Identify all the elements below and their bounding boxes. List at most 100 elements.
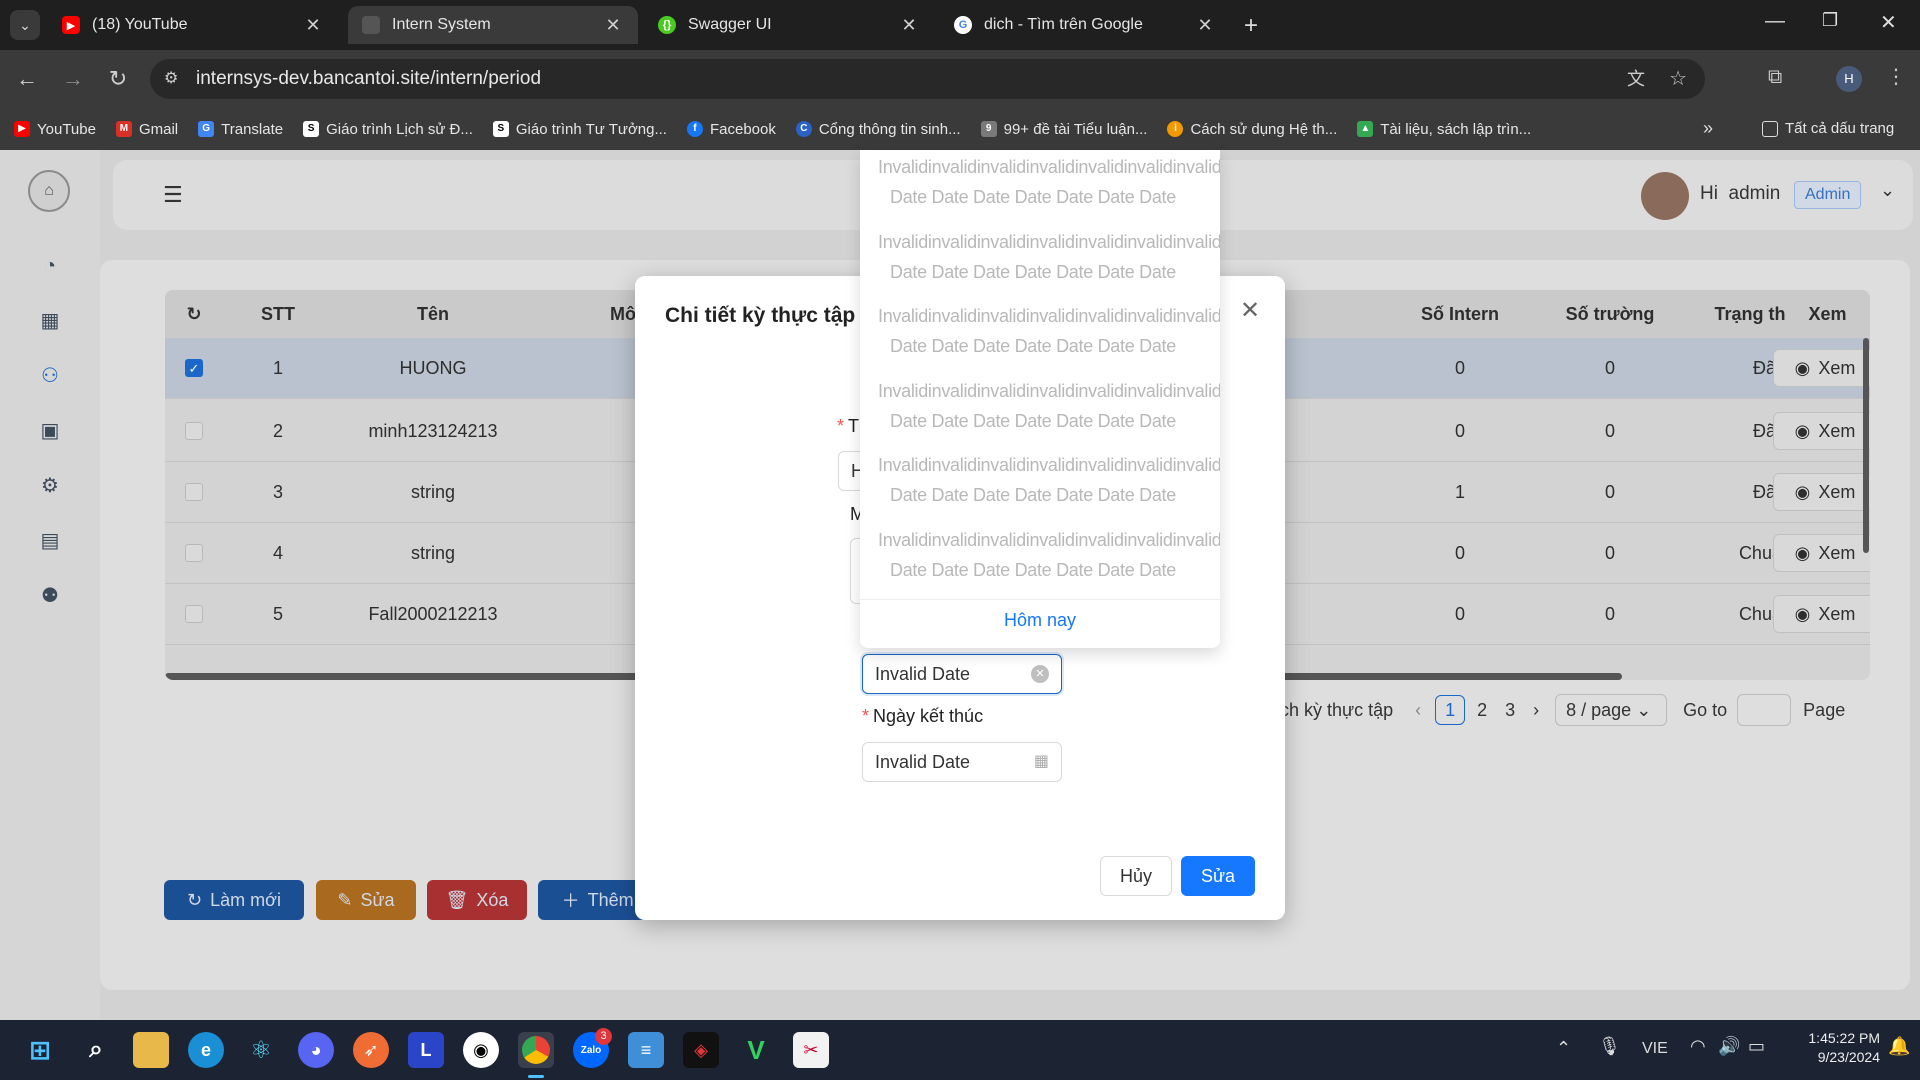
column-header[interactable]: Tên bbox=[333, 290, 533, 338]
discord-icon[interactable]: ◕ bbox=[298, 1032, 334, 1068]
column-header[interactable]: STT bbox=[223, 290, 333, 338]
close-icon[interactable]: ✕ bbox=[1240, 296, 1260, 325]
calendar-user-icon[interactable]: ▣ bbox=[36, 417, 64, 445]
bookmark-translate[interactable]: G Translate bbox=[198, 121, 283, 138]
wifi-icon[interactable]: ◠ bbox=[1690, 1036, 1706, 1057]
date-cell-row[interactable]: Invalidinvalidinvalidinvalidinvalidinval… bbox=[878, 450, 1220, 480]
view-button[interactable]: ◉ Xem bbox=[1773, 412, 1870, 450]
profile-avatar[interactable]: H bbox=[1836, 66, 1862, 92]
file-explorer-icon[interactable] bbox=[133, 1032, 169, 1068]
bookmark-facebook[interactable]: f Facebook bbox=[686, 121, 776, 138]
bookmark-cong-thong-tin[interactable]: C Cổng thông tin sinh... bbox=[795, 121, 961, 138]
bookmark-tai-lieu[interactable]: ▲ Tài liệu, sách lập trìn... bbox=[1357, 121, 1531, 138]
row-checkbox[interactable]: ✓ bbox=[185, 359, 203, 377]
tab-swagger[interactable]: {} Swagger UI ✕ bbox=[644, 6, 934, 44]
react-icon[interactable]: ⚛ bbox=[243, 1032, 279, 1068]
chevron-down-icon[interactable]: ⌄ bbox=[1880, 180, 1895, 201]
close-window-button[interactable]: ✕ bbox=[1880, 10, 1897, 35]
tab-intern-system[interactable]: Intern System ✕ bbox=[348, 6, 638, 44]
reload-icon[interactable]: ↻ bbox=[103, 64, 133, 94]
postman-icon[interactable]: ➶ bbox=[353, 1032, 389, 1068]
star-icon[interactable]: ☆ bbox=[1669, 59, 1687, 99]
site-info-icon[interactable]: ⚙ bbox=[164, 59, 178, 99]
submit-button[interactable]: Sửa bbox=[1181, 856, 1255, 896]
bookmark-gmail[interactable]: M Gmail bbox=[115, 121, 178, 138]
edit-button[interactable]: ✎ Sửa bbox=[316, 880, 416, 920]
chrome-icon[interactable] bbox=[518, 1032, 554, 1068]
tab-search-button[interactable]: ⌄ bbox=[10, 10, 40, 40]
page-1[interactable]: 1 bbox=[1435, 695, 1466, 725]
notepad-icon[interactable]: ≡ bbox=[628, 1032, 664, 1068]
prev-page-icon[interactable]: ‹ bbox=[1415, 700, 1421, 721]
date-cell-row[interactable]: Invalidinvalidinvalidinvalidinvalidinval… bbox=[878, 301, 1220, 331]
dashboard-icon[interactable]: ◔ bbox=[36, 252, 64, 280]
app-l-icon[interactable]: L bbox=[408, 1032, 444, 1068]
refresh-button[interactable]: ↻ Làm mới bbox=[164, 880, 304, 920]
reload-column-icon[interactable]: ↻ bbox=[165, 290, 223, 338]
start-date-input[interactable]: Invalid Date ✕ bbox=[862, 654, 1062, 694]
chevron-more-icon[interactable]: » bbox=[1703, 118, 1713, 139]
delete-button[interactable]: 🗑 Xóa bbox=[427, 880, 527, 920]
snipping-tool-icon[interactable]: ✂ bbox=[793, 1032, 829, 1068]
date-cell-row[interactable]: Invalidinvalidinvalidinvalidinvalidinval… bbox=[878, 152, 1220, 182]
date-cell-row[interactable]: Date Date Date Date Date Date Date bbox=[890, 331, 1220, 361]
page-2[interactable]: 2 bbox=[1477, 700, 1487, 721]
date-cell-row[interactable]: Invalidinvalidinvalidinvalidinvalidinval… bbox=[878, 525, 1220, 555]
github-icon[interactable]: ◉ bbox=[463, 1032, 499, 1068]
translate-icon[interactable]: 文 bbox=[1627, 59, 1645, 99]
extensions-icon[interactable]: ⧉ bbox=[1768, 66, 1782, 89]
close-icon[interactable]: ✕ bbox=[602, 15, 624, 36]
view-button[interactable]: ◉ Xem bbox=[1773, 473, 1870, 511]
chevron-up-icon[interactable]: ⌃ bbox=[1556, 1038, 1571, 1059]
users-icon[interactable]: ⚇ bbox=[36, 362, 64, 390]
restore-button[interactable]: ❐ bbox=[1822, 10, 1838, 31]
speaker-icon[interactable]: 🔊 bbox=[1718, 1036, 1740, 1057]
bookmark-cach-su-dung[interactable]: i Cách sử dụng Hệ th... bbox=[1167, 121, 1337, 138]
windows-start-icon[interactable]: ⊞ bbox=[22, 1032, 58, 1068]
microphone-icon[interactable]: 🎙 bbox=[1598, 1036, 1621, 1057]
close-icon[interactable]: ✕ bbox=[1194, 15, 1216, 36]
date-cell-row[interactable]: Date Date Date Date Date Date Date bbox=[890, 257, 1220, 287]
report-icon[interactable]: ▤ bbox=[36, 527, 64, 555]
new-tab-button[interactable]: + bbox=[1244, 12, 1258, 40]
user-settings-icon[interactable]: ⚉ bbox=[36, 582, 64, 610]
row-checkbox[interactable] bbox=[185, 422, 203, 440]
goto-input[interactable] bbox=[1737, 694, 1792, 726]
back-arrow-icon[interactable]: ← bbox=[12, 64, 42, 94]
tab-google[interactable]: G dich - Tìm trên Google ✕ bbox=[940, 6, 1230, 44]
gear-icon[interactable]: ⚙ bbox=[36, 472, 64, 500]
close-icon[interactable]: ✕ bbox=[302, 15, 324, 36]
view-button[interactable]: ◉ Xem bbox=[1773, 349, 1870, 387]
bookmark-tu-tuong[interactable]: S Giáo trình Tư Tưởng... bbox=[492, 121, 667, 138]
row-checkbox[interactable] bbox=[185, 544, 203, 562]
row-checkbox[interactable] bbox=[185, 605, 203, 623]
url-input[interactable]: ⚙ internsys-dev.bancantoi.site/intern/pe… bbox=[150, 59, 1705, 99]
view-button[interactable]: ◉ Xem bbox=[1773, 534, 1870, 572]
clear-icon[interactable]: ✕ bbox=[1031, 665, 1049, 683]
cancel-button[interactable]: Hủy bbox=[1100, 856, 1172, 896]
forward-arrow-icon[interactable]: → bbox=[58, 64, 88, 94]
column-header[interactable]: Số Intern bbox=[1385, 290, 1535, 338]
notification-bell-icon[interactable]: 🔔 bbox=[1888, 1036, 1910, 1057]
page-size-select[interactable]: 8 / page ⌄ bbox=[1555, 694, 1668, 726]
bookmark-de-tai[interactable]: 9 99+ đề tài Tiểu luận... bbox=[980, 121, 1147, 138]
avatar[interactable] bbox=[1641, 172, 1689, 220]
date-cell-row[interactable]: Date Date Date Date Date Date Date bbox=[890, 555, 1220, 585]
menu-kebab-icon[interactable]: ⋮ bbox=[1886, 64, 1906, 89]
bookmark-lich-su[interactable]: S Giáo trình Lịch sử Đ... bbox=[303, 121, 473, 138]
minimize-button[interactable]: — bbox=[1765, 10, 1785, 33]
all-bookmarks[interactable]: Tất cả dấu trang bbox=[1762, 120, 1894, 137]
next-page-icon[interactable]: › bbox=[1533, 700, 1539, 721]
column-header[interactable]: Xem bbox=[1785, 290, 1870, 338]
date-cell-row[interactable]: Date Date Date Date Date Date Date bbox=[890, 480, 1220, 510]
calendar-check-icon[interactable]: ▦ bbox=[36, 307, 64, 335]
clock[interactable]: 1:45:22 PM 9/23/2024 bbox=[1785, 1030, 1880, 1065]
date-cell-row[interactable]: Date Date Date Date Date Date Date bbox=[890, 182, 1220, 212]
end-date-input[interactable]: Invalid Date ▦ bbox=[862, 742, 1062, 782]
column-header[interactable]: Số trường bbox=[1535, 290, 1685, 338]
close-icon[interactable]: ✕ bbox=[898, 15, 920, 36]
page-3[interactable]: 3 bbox=[1505, 700, 1515, 721]
date-cell-row[interactable]: Date Date Date Date Date Date Date bbox=[890, 406, 1220, 436]
vim-icon[interactable]: V bbox=[738, 1032, 774, 1068]
vertical-scrollbar[interactable] bbox=[1863, 338, 1869, 553]
